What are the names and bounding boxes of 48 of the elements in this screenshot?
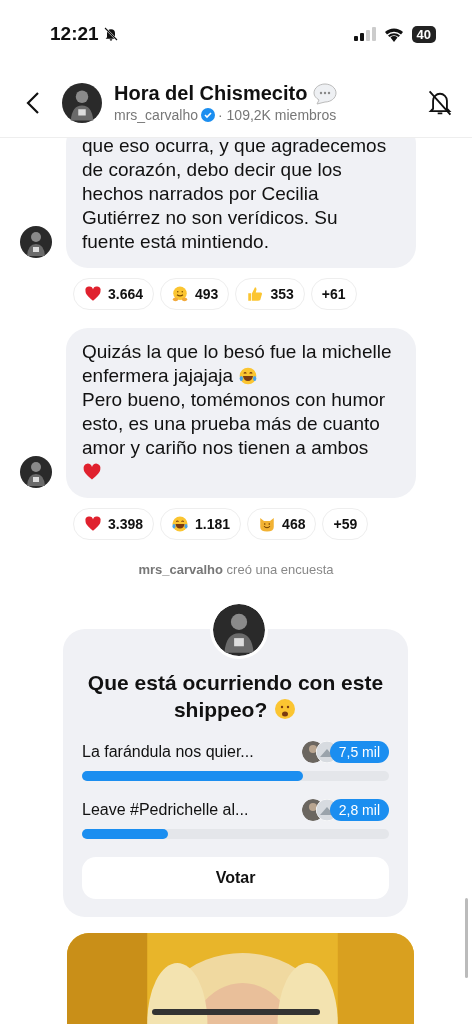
heart-icon [84, 285, 102, 303]
message-text: que eso ocurra, y que agradecemos [82, 138, 387, 156]
member-count: · 109,2K miembros [218, 107, 337, 123]
wifi-icon [383, 26, 404, 42]
message-text: Gutiérrez no son verídicos. Su [82, 207, 338, 228]
vote-count: 7,5 mil [329, 741, 389, 763]
reaction-chip[interactable]: 1.181 [160, 508, 242, 540]
poll-option[interactable]: La farándula nos quier... [82, 743, 254, 761]
message-text: amor y cariño nos tienen a ambos [82, 437, 369, 458]
laughing-face-icon [171, 515, 190, 533]
poll-question: shippeo? [173, 698, 268, 721]
reaction-chip[interactable]: +59 [322, 508, 369, 540]
worried-face-icon [273, 697, 298, 721]
vote-button[interactable]: Votar [82, 857, 389, 899]
signal-icon [353, 27, 376, 41]
cat-face-icon [258, 515, 277, 533]
avatar[interactable] [20, 226, 52, 258]
reaction-chip[interactable]: 493 [160, 278, 230, 310]
username[interactable]: mrs_carvalho [114, 107, 199, 123]
reaction-chip[interactable]: +61 [310, 278, 357, 310]
clock-time: 12:21 [50, 23, 99, 45]
reaction-chip[interactable]: 468 [247, 508, 317, 540]
vote-count: 2,8 mil [329, 799, 389, 821]
reaction-chip[interactable]: 3.664 [73, 278, 155, 310]
message-text: enfermera jajajaja [82, 365, 234, 386]
hugging-face-icon [171, 285, 190, 303]
heart-icon [84, 515, 102, 533]
message-text: hechos narrados por Cecilia [82, 183, 319, 204]
chat-bubble-icon [313, 82, 338, 105]
bell-off-icon [102, 26, 119, 42]
poll-question: Que está ocurriendo con este [87, 671, 384, 694]
thumbs-up-icon [246, 285, 265, 303]
message-text: Pero bueno, tomémonos con humor [82, 389, 386, 410]
message-text: fuente está mintiendo. [82, 231, 269, 252]
avatar[interactable] [20, 456, 52, 488]
laughing-face-icon [238, 366, 259, 386]
back-icon[interactable] [26, 90, 40, 115]
reaction-chip[interactable]: 353 [235, 278, 305, 310]
poll-option[interactable]: Leave #Pedrichelle al... [82, 801, 249, 819]
avatar[interactable] [62, 82, 102, 123]
system-note: mrs_carvalho creó una encuesta [137, 562, 335, 577]
message-text: Quizás la que lo besó fue la michelle [82, 341, 392, 362]
reaction-chip[interactable]: 3.398 [73, 508, 155, 540]
message-text: de corazón, debo decir que los [82, 159, 342, 180]
channel-title: Hora del Chismecito [114, 82, 308, 105]
battery-level: 40 [411, 25, 436, 43]
message-text: esto, es una prueba más de cuanto [82, 413, 380, 434]
verified-icon [201, 108, 216, 122]
